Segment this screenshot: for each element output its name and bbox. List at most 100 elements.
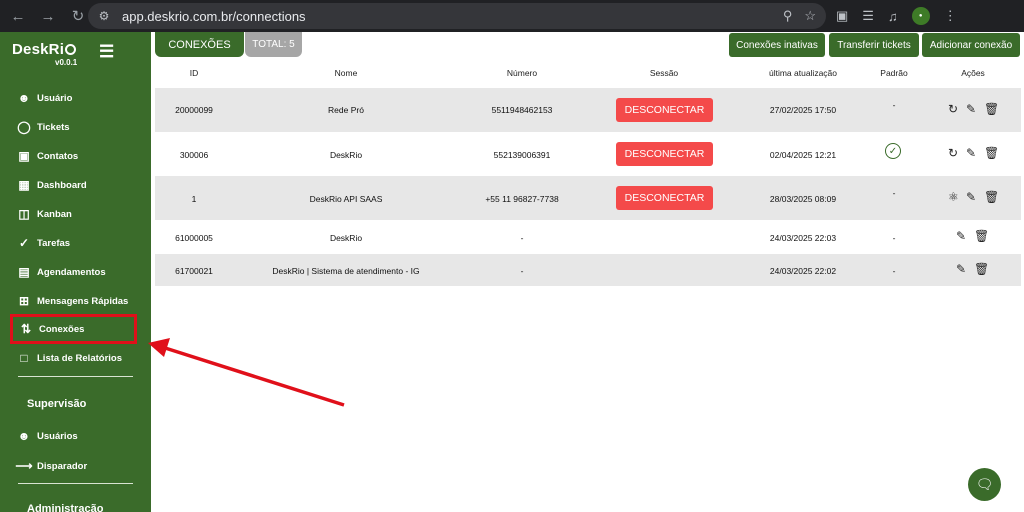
sidebar-item-mensagens-rapidas[interactable]: ⊞ Mensagens Rápidas bbox=[17, 291, 128, 311]
user-icon: ☻ bbox=[17, 91, 31, 105]
edit-icon[interactable]: ✎ bbox=[956, 262, 966, 276]
cell-name: DeskRio API SAAS bbox=[309, 194, 383, 204]
zoom-icon[interactable]: ⚲ bbox=[783, 8, 793, 24]
sidebar-item-label: Usuário bbox=[37, 92, 73, 104]
sidebar-divider bbox=[18, 376, 133, 377]
url-text[interactable]: app.deskrio.com.br/connections bbox=[122, 9, 306, 24]
table-row: 20000099 Rede Pró 5511948462153 DESCONEC… bbox=[155, 88, 1021, 132]
delete-icon[interactable]: 🗑 bbox=[974, 262, 989, 276]
restart-icon[interactable]: ↻ bbox=[948, 102, 958, 116]
sidebar-item-label: Agendamentos bbox=[37, 266, 106, 278]
site-info-icon[interactable]: ⚙ bbox=[94, 6, 114, 26]
kanban-icon: ◫ bbox=[18, 207, 30, 221]
column-header-sessao: Sessão bbox=[649, 68, 679, 78]
translate-icon[interactable]: ☰ bbox=[862, 8, 874, 24]
reports-icon: □ bbox=[20, 351, 28, 365]
cell-default: - bbox=[892, 266, 896, 276]
table-row: 1 DeskRio API SAAS +55 11 96827-7738 DES… bbox=[155, 176, 1021, 220]
column-header-padrao: Padrão bbox=[880, 68, 908, 78]
delete-icon[interactable]: 🗑 bbox=[984, 146, 999, 160]
cell-default: - bbox=[892, 100, 896, 110]
cell-updated: 24/03/2025 22:02 bbox=[769, 266, 837, 276]
sidebar-item-label: Tickets bbox=[37, 121, 70, 133]
disconnect-button[interactable]: DESCONECTAR bbox=[616, 186, 713, 210]
sidebar-item-usuario[interactable]: ☻ Usuário bbox=[17, 88, 73, 108]
sidebar-item-agendamentos[interactable]: ▤ Agendamentos bbox=[17, 262, 106, 282]
users-icon: ☻ bbox=[17, 429, 31, 443]
connections-icon: ⇅ bbox=[20, 322, 32, 336]
total-badge: TOTAL: 5 bbox=[245, 32, 302, 57]
delete-icon[interactable]: 🗑 bbox=[974, 229, 989, 243]
column-header-atualizacao: última atualização bbox=[768, 68, 838, 78]
cell-updated: 28/03/2025 08:09 bbox=[769, 194, 837, 204]
forward-icon[interactable]: → bbox=[34, 2, 62, 30]
extension-icon[interactable]: ▣ bbox=[836, 8, 848, 24]
sidebar-item-usuarios[interactable]: ☻ Usuários bbox=[17, 426, 78, 446]
sidebar-item-label: Dashboard bbox=[37, 179, 87, 191]
edit-icon[interactable]: ✎ bbox=[966, 102, 976, 116]
restart-icon[interactable]: ↻ bbox=[948, 146, 958, 160]
disconnect-button[interactable]: DESCONECTAR bbox=[616, 98, 713, 122]
default-check-icon: ✓ bbox=[885, 143, 901, 159]
cell-id: 300006 bbox=[179, 150, 209, 160]
cell-id: 1 bbox=[191, 194, 197, 204]
add-connection-button[interactable]: Adicionar conexão bbox=[922, 33, 1020, 57]
cell-number: +55 11 96827-7738 bbox=[485, 194, 559, 204]
sidebar-item-label: Usuários bbox=[37, 430, 78, 442]
sidebar-item-dashboard[interactable]: ▦ Dashboard bbox=[17, 175, 87, 195]
webhook-icon[interactable]: ⚛ bbox=[948, 190, 959, 204]
delete-icon[interactable]: 🗑 bbox=[984, 102, 999, 116]
sidebar-item-disparador[interactable]: ⟶ Disparador bbox=[15, 456, 87, 476]
page-title-tab: CONEXÕES bbox=[155, 32, 244, 57]
sidebar-item-label: Lista de Relatórios bbox=[37, 352, 122, 364]
dashboard-icon: ▦ bbox=[18, 178, 30, 192]
cell-number: - bbox=[520, 233, 524, 243]
transfer-tickets-button[interactable]: Transferir tickets bbox=[829, 33, 919, 57]
supervision-title: Supervisão bbox=[27, 398, 87, 410]
chat-icon: ◯ bbox=[17, 120, 31, 134]
cell-name: Rede Pró bbox=[328, 105, 364, 115]
sidebar-item-tarefas[interactable]: ✓ Tarefas bbox=[17, 233, 70, 253]
cell-id: 20000099 bbox=[175, 105, 213, 115]
browser-toolbar: ← → ↻ ⚙ app.deskrio.com.br/connections ⚲… bbox=[0, 0, 1024, 32]
inactive-connections-button[interactable]: Conexões inativas bbox=[729, 33, 825, 57]
edit-icon[interactable]: ✎ bbox=[966, 146, 976, 160]
cell-number: 552139006391 bbox=[493, 150, 551, 160]
sidebar-item-lista-relatorios[interactable]: □ Lista de Relatórios bbox=[17, 348, 122, 368]
sidebar-item-conexoes[interactable]: ⇅ Conexões bbox=[10, 314, 137, 344]
table-row: 300006 DeskRio 552139006391 DESCONECTAR … bbox=[155, 132, 1021, 176]
cell-id: 61000005 bbox=[175, 233, 213, 243]
profile-avatar[interactable]: ● bbox=[911, 7, 930, 25]
sidebar-item-label: Mensagens Rápidas bbox=[37, 295, 129, 307]
more-menu-icon[interactable]: ⋮ bbox=[944, 8, 957, 24]
administration-title: Administração bbox=[27, 503, 104, 512]
sidebar-item-tickets[interactable]: ◯ Tickets bbox=[17, 117, 70, 137]
arrow-right-icon: ⟶ bbox=[15, 459, 33, 473]
sidebar-item-contatos[interactable]: ▣ Contatos bbox=[17, 146, 78, 166]
sidebar-item-kanban[interactable]: ◫ Kanban bbox=[17, 204, 72, 224]
edit-icon[interactable]: ✎ bbox=[966, 190, 976, 204]
cell-name: DeskRio bbox=[329, 150, 363, 160]
star-icon[interactable]: ☆ bbox=[804, 8, 816, 24]
column-header-acoes: Ações bbox=[961, 68, 985, 78]
edit-icon[interactable]: ✎ bbox=[956, 229, 966, 243]
app-version: v0.0.1 bbox=[55, 58, 78, 67]
cell-id: 61700021 bbox=[175, 266, 213, 276]
media-icon[interactable]: ♫ bbox=[888, 9, 898, 24]
column-header-numero: Número bbox=[506, 68, 538, 78]
chat-support-button[interactable]: 🗨 bbox=[968, 468, 1001, 501]
cell-default: - bbox=[892, 233, 896, 243]
sidebar-item-label: Kanban bbox=[37, 208, 72, 220]
address-bar[interactable]: ⚙ app.deskrio.com.br/connections ⚲ ☆ bbox=[88, 3, 826, 29]
app-logo[interactable]: DeskRi bbox=[12, 41, 77, 58]
tasks-icon: ✓ bbox=[18, 236, 30, 250]
cell-updated: 02/04/2025 12:21 bbox=[769, 150, 837, 160]
back-icon[interactable]: ← bbox=[4, 2, 32, 30]
cell-number: - bbox=[520, 266, 524, 276]
delete-icon[interactable]: 🗑 bbox=[984, 190, 999, 204]
table-row: 61000005 DeskRio - 24/03/2025 22:03 - ✎ … bbox=[155, 220, 1021, 254]
sidebar-item-label: Tarefas bbox=[37, 237, 71, 249]
hamburger-menu-icon[interactable]: ☰ bbox=[99, 42, 114, 62]
contact-icon: ▣ bbox=[18, 149, 30, 163]
disconnect-button[interactable]: DESCONECTAR bbox=[616, 142, 713, 166]
